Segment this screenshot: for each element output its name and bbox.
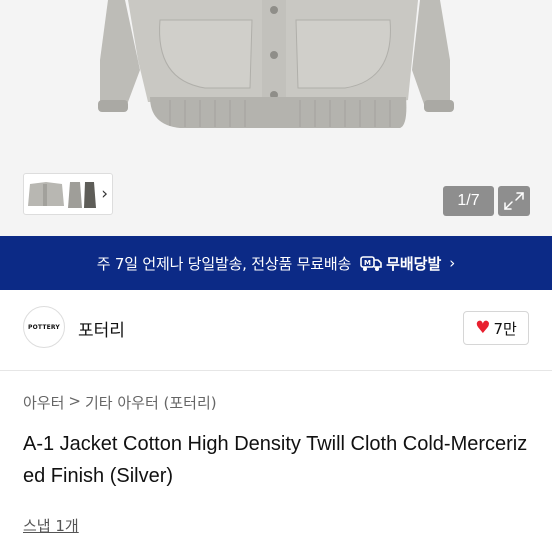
seller-logo[interactable]: POTTERY: [23, 306, 65, 348]
thumbnail-strip[interactable]: ›: [23, 173, 113, 215]
snap-review-link[interactable]: 스냅 1개: [23, 515, 79, 536]
breadcrumb-other-outer[interactable]: 기타 아우터 (포터리): [85, 392, 217, 413]
free-delivery-badge: M 무배당발: [360, 253, 441, 274]
promo-text: 주 7일 언제나 당일발송, 전상품 무료배송: [96, 254, 352, 273]
seller-row: POTTERY 포터리 ♥ 7만: [0, 290, 552, 370]
chevron-right-icon[interactable]: ›: [101, 183, 108, 205]
badge-label: 무배당발: [386, 254, 442, 273]
heart-icon: ♥: [475, 318, 491, 338]
breadcrumb-separator: >: [68, 392, 81, 410]
thumbnail-images: [28, 182, 96, 208]
delivery-truck-icon: M: [360, 256, 382, 271]
delivery-promo-banner[interactable]: 주 7일 언제나 당일발송, 전상품 무료배송 M 무배당발 ›: [0, 236, 552, 290]
like-button[interactable]: ♥ 7만: [463, 311, 529, 345]
like-count: 7만: [493, 319, 517, 338]
product-title: A-1 Jacket Cotton High Density Twill Clo…: [23, 433, 528, 487]
product-image-gallery[interactable]: › 1/7: [0, 0, 552, 236]
chevron-right-icon: ›: [449, 254, 456, 272]
breadcrumb: 아우터 > 기타 아우터 (포터리): [23, 392, 217, 413]
image-counter: 1/7: [443, 186, 494, 216]
breadcrumb-outer[interactable]: 아우터: [23, 392, 64, 413]
divider: [0, 370, 552, 371]
seller-name[interactable]: 포터리: [78, 316, 125, 341]
svg-text:M: M: [364, 259, 371, 267]
expand-icon[interactable]: [498, 186, 530, 216]
